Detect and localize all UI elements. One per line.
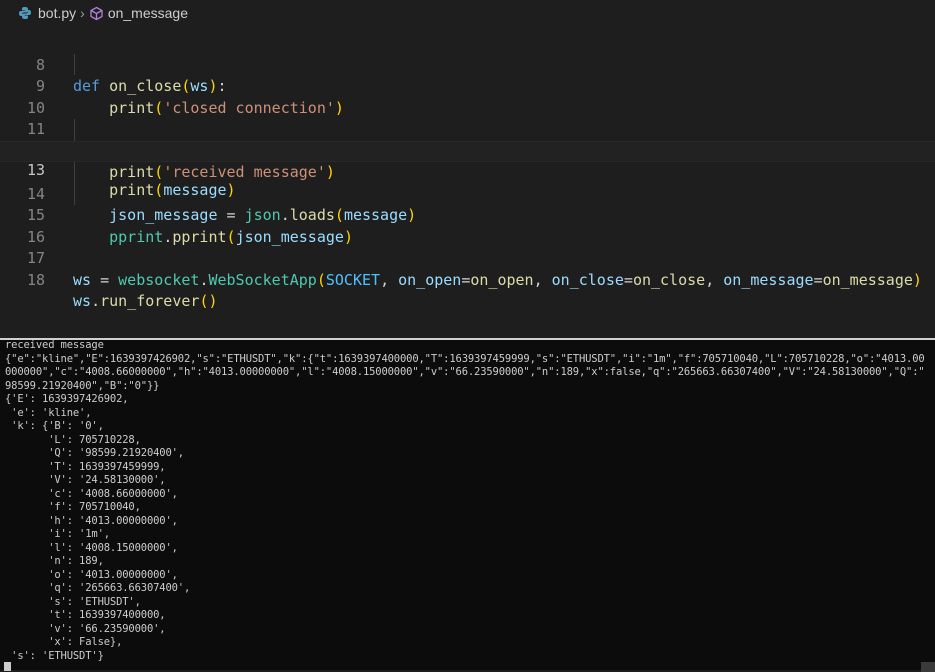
terminal-line: 'v': '66.23590000', bbox=[5, 622, 166, 635]
code-line[interactable]: 18 ws.run_forever() bbox=[0, 248, 935, 311]
code-line[interactable]: 11 def on_message(ws, message): bbox=[0, 98, 935, 160]
chevron-right-icon: › bbox=[80, 5, 85, 21]
terminal-line: {"e":"kline","E":1639397426902,"s":"ETHU… bbox=[5, 352, 925, 365]
code-line[interactable]: 15 pprint.pprint(json_message) bbox=[0, 184, 935, 246]
terminal-line: 'c': '4008.66000000', bbox=[5, 487, 178, 500]
code-text: ws = websocket.WebSocketApp(SOCKET, on_o… bbox=[73, 270, 922, 289]
code-line[interactable]: 12 print('received message') bbox=[0, 119, 935, 182]
terminal-scrollbar[interactable] bbox=[921, 662, 935, 672]
terminal-line: 'k': {'B': '0', bbox=[5, 420, 104, 432]
code-editor[interactable]: 8 def on_close(ws): 9 print('closed conn… bbox=[0, 26, 935, 338]
terminal-panel[interactable]: received message {"e":"kline","E":163939… bbox=[0, 338, 935, 672]
terminal-line: 'V': '24.58130000', bbox=[5, 474, 166, 486]
breadcrumb-symbol[interactable]: on_message bbox=[108, 5, 188, 21]
code-line[interactable]: 10 bbox=[0, 76, 935, 117]
breadcrumb-file[interactable]: bot.py bbox=[38, 5, 76, 21]
terminal-line: 'n': 189, bbox=[5, 555, 104, 567]
python-file-icon bbox=[18, 6, 32, 20]
terminal-line: 'e': 'kline', bbox=[5, 406, 92, 419]
code-text: ws.run_forever() bbox=[73, 292, 218, 310]
terminal-line: 'L': 705710228, bbox=[5, 433, 141, 446]
terminal-line: 'T': 1639397459999, bbox=[5, 460, 166, 473]
terminal-line: 'Q': '98599.21920400', bbox=[5, 447, 184, 459]
code-line[interactable]: 17 ws = websocket.WebSocketApp(SOCKET, o… bbox=[0, 227, 935, 289]
terminal-line: 'o': '4013.00000000', bbox=[5, 568, 178, 581]
code-line-active[interactable]: 13 print(message) bbox=[0, 140, 935, 199]
breadcrumb: bot.py › on_message bbox=[0, 0, 935, 26]
terminal-line: 's': 'ETHUSDT'} bbox=[5, 649, 104, 662]
terminal-line: 'f': 705710040, bbox=[5, 501, 141, 513]
terminal-line: 'q': '265663.66307400', bbox=[5, 582, 191, 594]
terminal-line: 't': 1639397400000, bbox=[5, 609, 166, 621]
terminal-line: {'E': 1639397426902, bbox=[5, 393, 129, 405]
terminal-line: 'i': '1m', bbox=[5, 528, 110, 540]
terminal-line: 98599.21920400","B":"0"}} bbox=[5, 379, 160, 392]
terminal-line: 'l': '4008.15000000', bbox=[5, 541, 178, 554]
terminal-line: 's': 'ETHUSDT', bbox=[5, 595, 141, 608]
code-line[interactable]: 14 json_message = json.loads(message) bbox=[0, 162, 935, 225]
terminal-line: 000000","c":"4008.66000000","h":"4013.00… bbox=[5, 366, 925, 378]
method-cube-icon bbox=[89, 6, 104, 21]
terminal-line: 'h': '4013.00000000', bbox=[5, 514, 178, 527]
code-line[interactable]: 9 print('closed connection') bbox=[0, 55, 935, 117]
terminal-line: 'x': False}, bbox=[5, 636, 123, 648]
code-line[interactable]: 16 bbox=[0, 205, 935, 246]
line-number: 18 bbox=[26, 270, 45, 289]
code-line[interactable]: 8 def on_close(ws): bbox=[0, 33, 935, 96]
terminal-line: received message bbox=[5, 339, 104, 351]
